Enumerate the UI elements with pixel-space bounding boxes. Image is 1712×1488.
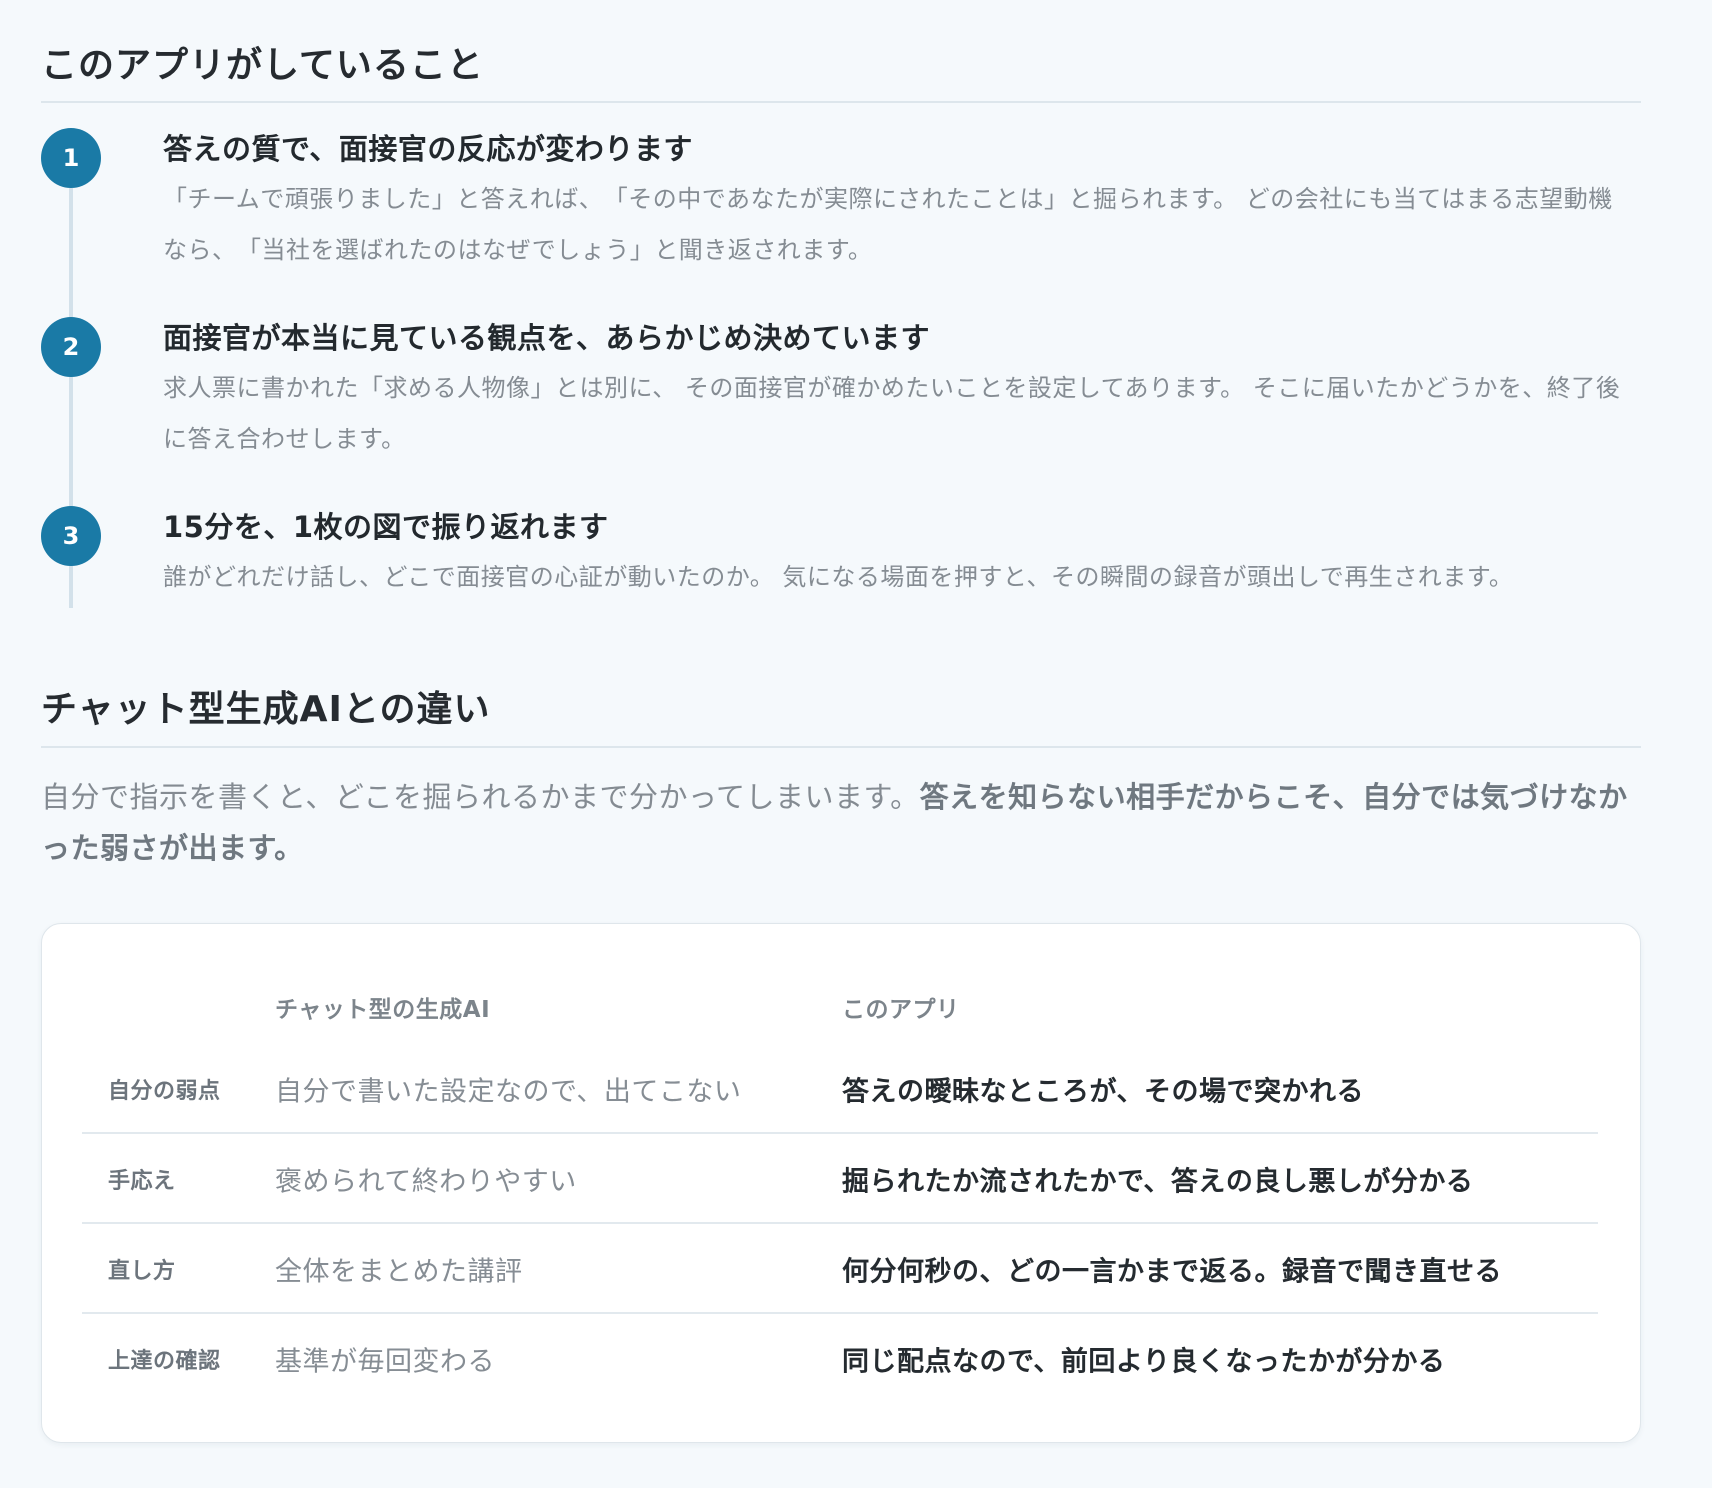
section-divider xyxy=(41,746,1641,748)
step-title: 15分を、1枚の図で振り返れます xyxy=(163,510,609,544)
chat-ai-cell: 基準が毎回変わる xyxy=(275,1346,495,1378)
table-row: 上達の確認 基準が毎回変わる 同じ配点なので、前回より良くなったかが分かる xyxy=(82,1314,1598,1404)
table-row: 直し方 全体をまとめた講評 何分何秒の、どの一言かまで返る。録音で聞き直せる xyxy=(82,1224,1598,1314)
step-description: 求人票に書かれた「求める人物像」とは別に、 その面接官が確かめたいことを設定して… xyxy=(163,374,1621,453)
step-number-badge: 3 xyxy=(41,506,101,566)
comparison-table-card: チャット型の生成AI このアプリ 自分の弱点 自分で書いた設定なので、出てこない… xyxy=(41,923,1641,1443)
row-label: 直し方 xyxy=(108,1259,176,1284)
step-title: 答えの質で、面接官の反応が変わります xyxy=(163,132,693,166)
step-number-badge: 2 xyxy=(41,317,101,377)
app-cell: 掘られたか流されたかで、答えの良し悪しが分かる xyxy=(842,1166,1474,1198)
section-divider xyxy=(41,101,1641,103)
chat-ai-cell: 全体をまとめた講評 xyxy=(275,1256,523,1288)
step-title: 面接官が本当に見ている観点を、あらかじめ決めています xyxy=(163,321,931,355)
column-header-this-app: このアプリ xyxy=(842,997,960,1023)
column-header-chat-ai: チャット型の生成AI xyxy=(275,997,491,1023)
step-description: 誰がどれだけ話し、どこで面接官の心証が動いたのか。 気になる場面を押すと、その瞬… xyxy=(163,563,1514,591)
table-row: 自分の弱点 自分で書いた設定なので、出てこない 答えの曖昧なところが、その場で突… xyxy=(82,1044,1598,1134)
intro-text: 自分で指示を書くと、どこを掘られるかまで分かってしまいます。 xyxy=(41,780,920,814)
app-cell: 答えの曖昧なところが、その場で突かれる xyxy=(842,1076,1364,1108)
app-cell: 何分何秒の、どの一言かまで返る。録音で聞き直せる xyxy=(842,1256,1502,1288)
row-label: 自分の弱点 xyxy=(108,1079,221,1104)
app-cell: 同じ配点なので、前回より良くなったかが分かる xyxy=(842,1346,1446,1378)
intro-paragraph: 自分で指示を書くと、どこを掘られるかまで分かってしまいます。答えを知らない相手だ… xyxy=(41,772,1641,874)
chat-ai-cell: 褒められて終わりやすい xyxy=(275,1166,577,1198)
section-title-difference: チャット型生成AIとの違い xyxy=(41,689,491,730)
chat-ai-cell: 自分で書いた設定なので、出てこない xyxy=(275,1076,742,1108)
section-title-what-app-does: このアプリがしていること xyxy=(41,45,484,86)
row-label: 上達の確認 xyxy=(108,1349,221,1374)
row-label: 手応え xyxy=(108,1169,176,1194)
step-description: 「チームで頑張りました」と答えれば、 「その中であなたが実際にされたことは」と掘… xyxy=(163,185,1613,264)
table-row: 手応え 褒められて終わりやすい 掘られたか流されたかで、答えの良し悪しが分かる xyxy=(82,1134,1598,1224)
step-number-badge: 1 xyxy=(41,128,101,188)
